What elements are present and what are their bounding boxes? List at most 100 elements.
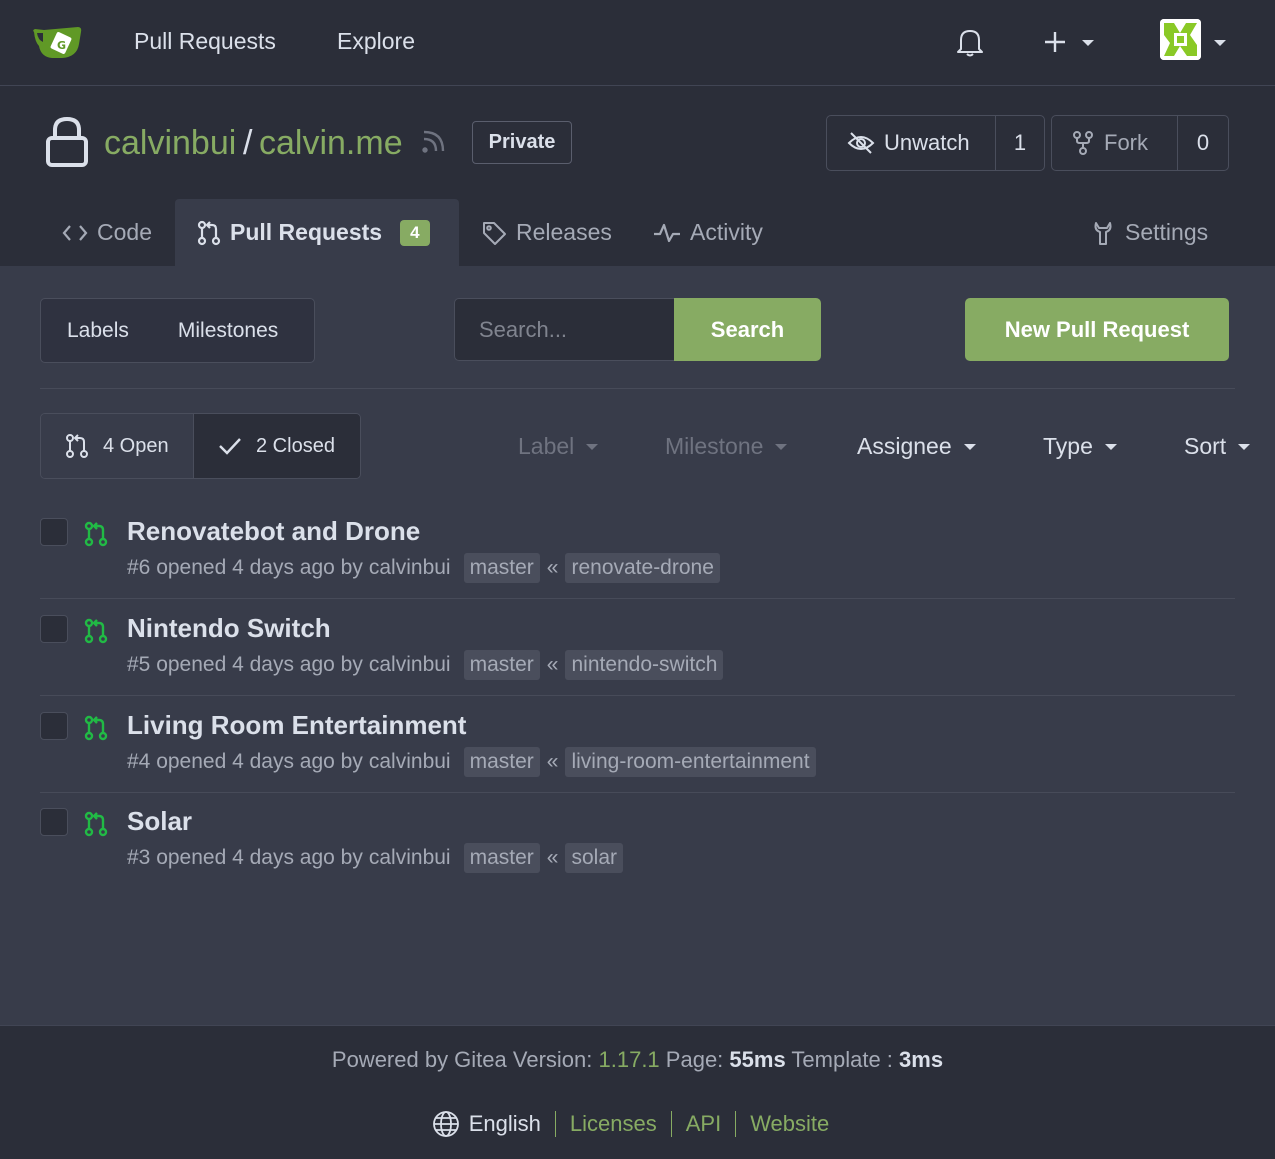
pull-request-title[interactable]: Living Room Entertainment — [127, 710, 466, 741]
repo-name-link[interactable]: calvin.me — [259, 124, 403, 163]
closed-state-label: 2 Closed — [256, 434, 335, 457]
nav-pull-requests[interactable]: Pull Requests — [134, 28, 276, 55]
pull-request-author-link[interactable]: calvinbui — [369, 846, 451, 870]
type-filter-dropdown[interactable]: Type — [1043, 433, 1117, 460]
milestones-button[interactable]: Milestones — [178, 319, 278, 343]
svg-text:G: G — [57, 39, 66, 52]
row-checkbox[interactable] — [40, 518, 68, 546]
pull-request-row: Living Room Entertainment #4 opened 4 da… — [40, 696, 1235, 793]
head-branch-label[interactable]: living-room-entertainment — [565, 747, 816, 777]
tab-releases[interactable]: Releases — [481, 199, 612, 266]
repo-path-separator: / — [243, 124, 253, 162]
globe-icon — [432, 1110, 469, 1138]
api-link[interactable]: API — [672, 1111, 735, 1137]
tag-icon — [481, 220, 516, 246]
pull-request-row: Nintendo Switch #5 opened 4 days ago by … — [40, 599, 1235, 696]
language-label: English — [468, 1111, 541, 1136]
base-branch-label[interactable]: master — [463, 843, 540, 873]
milestone-filter-dropdown[interactable]: Milestone — [665, 433, 788, 460]
pull-request-opened-text: #5 opened 4 days ago by — [127, 653, 363, 676]
eye-slash-icon — [847, 131, 875, 155]
issue-state-group: 4 Open 2 Closed — [40, 413, 361, 479]
tab-activity[interactable]: Activity — [653, 199, 763, 266]
search-input[interactable] — [454, 298, 675, 361]
assignee-filter-label: Assignee — [857, 433, 952, 459]
new-pull-request-button[interactable]: New Pull Request — [965, 298, 1229, 361]
base-branch-label[interactable]: master — [463, 747, 540, 777]
git-pull-request-icon — [197, 220, 230, 246]
head-branch-label[interactable]: renovate-drone — [565, 553, 720, 583]
pulse-icon — [653, 222, 690, 244]
create-menu-chevron-down-icon[interactable] — [1082, 40, 1094, 46]
template-time-label: Template : — [791, 1047, 893, 1072]
chevron-down-icon — [1238, 443, 1251, 450]
gitea-logo-icon[interactable]: G — [32, 24, 84, 60]
labels-button[interactable]: Labels — [67, 319, 129, 343]
branch-direction-separator: « — [546, 846, 559, 869]
row-checkbox[interactable] — [40, 808, 68, 836]
base-branch-label[interactable]: master — [463, 553, 540, 583]
milestone-filter-label: Milestone — [665, 433, 764, 459]
chevron-down-icon — [963, 443, 976, 450]
unwatch-button[interactable]: Unwatch — [827, 116, 996, 170]
user-avatar[interactable] — [1160, 19, 1201, 60]
template-time-value: 3ms — [899, 1047, 944, 1072]
footer-version-line: Powered by Gitea Version: 1.17.1 Page: 5… — [0, 1047, 1275, 1073]
page-time-label: Page: — [665, 1047, 724, 1072]
type-filter-label: Type — [1043, 433, 1093, 459]
forks-count[interactable]: 0 — [1178, 116, 1228, 170]
unwatch-label: Unwatch — [884, 130, 970, 155]
row-checkbox[interactable] — [40, 615, 68, 643]
pull-request-opened-text: #4 opened 4 days ago by — [127, 750, 363, 773]
pull-request-meta: #6 opened 4 days ago by calvinbui master… — [127, 553, 720, 583]
chevron-down-icon — [1104, 443, 1117, 450]
pull-request-author-link[interactable]: calvinbui — [369, 556, 451, 580]
pull-request-title[interactable]: Nintendo Switch — [127, 613, 331, 644]
pull-request-author-link[interactable]: calvinbui — [369, 653, 451, 677]
git-pull-request-icon — [65, 433, 103, 459]
git-pull-request-open-icon — [84, 715, 108, 741]
gitea-version: 1.17.1 — [598, 1047, 660, 1072]
fork-button[interactable]: Fork — [1052, 116, 1178, 170]
language-selector[interactable]: English — [432, 1110, 555, 1138]
tab-settings[interactable]: Settings — [1092, 199, 1208, 266]
pull-request-author-link[interactable]: calvinbui — [369, 750, 451, 774]
footer-links: English Licenses API Website — [0, 1110, 1275, 1138]
nav-explore[interactable]: Explore — [337, 28, 415, 55]
rss-feed-icon[interactable] — [421, 128, 447, 154]
repo-forked-icon — [1072, 130, 1094, 156]
tab-pull-requests[interactable]: Pull Requests 4 — [175, 199, 459, 266]
watchers-count[interactable]: 1 — [996, 116, 1044, 170]
sort-dropdown[interactable]: Sort — [1184, 433, 1251, 460]
create-plus-icon[interactable] — [1043, 30, 1067, 54]
user-menu-chevron-down-icon[interactable] — [1214, 40, 1226, 46]
fork-button-group: Fork 0 — [1051, 115, 1229, 171]
page-time-value: 55ms — [729, 1047, 786, 1072]
git-pull-request-open-icon — [84, 811, 108, 837]
tab-code[interactable]: Code — [62, 199, 152, 266]
pull-request-meta: #4 opened 4 days ago by calvinbui master… — [127, 747, 816, 777]
pull-request-opened-text: #3 opened 4 days ago by — [127, 846, 363, 869]
website-link[interactable]: Website — [736, 1111, 843, 1137]
open-state-button[interactable]: 4 Open — [41, 414, 194, 478]
pull-request-meta: #3 opened 4 days ago by calvinbui master… — [127, 843, 623, 873]
notification-bell-icon[interactable] — [956, 27, 984, 57]
repo-owner-link[interactable]: calvinbui — [104, 124, 236, 163]
git-pull-request-open-icon — [84, 618, 108, 644]
open-state-label: 4 Open — [103, 434, 169, 457]
git-pull-request-open-icon — [84, 521, 108, 547]
licenses-link[interactable]: Licenses — [556, 1111, 671, 1137]
assignee-filter-dropdown[interactable]: Assignee — [857, 433, 976, 460]
label-filter-dropdown[interactable]: Label — [518, 433, 599, 460]
head-branch-label[interactable]: solar — [565, 843, 623, 873]
head-branch-label[interactable]: nintendo-switch — [565, 650, 724, 680]
pull-request-title[interactable]: Renovatebot and Drone — [127, 516, 420, 547]
row-checkbox[interactable] — [40, 712, 68, 740]
closed-state-button[interactable]: 2 Closed — [194, 414, 360, 478]
search-button[interactable]: Search — [674, 298, 821, 361]
base-branch-label[interactable]: master — [463, 650, 540, 680]
tab-settings-label: Settings — [1125, 219, 1209, 245]
branch-direction-separator: « — [546, 556, 559, 579]
tab-pull-requests-label: Pull Requests — [230, 219, 383, 245]
pull-request-title[interactable]: Solar — [127, 806, 192, 837]
